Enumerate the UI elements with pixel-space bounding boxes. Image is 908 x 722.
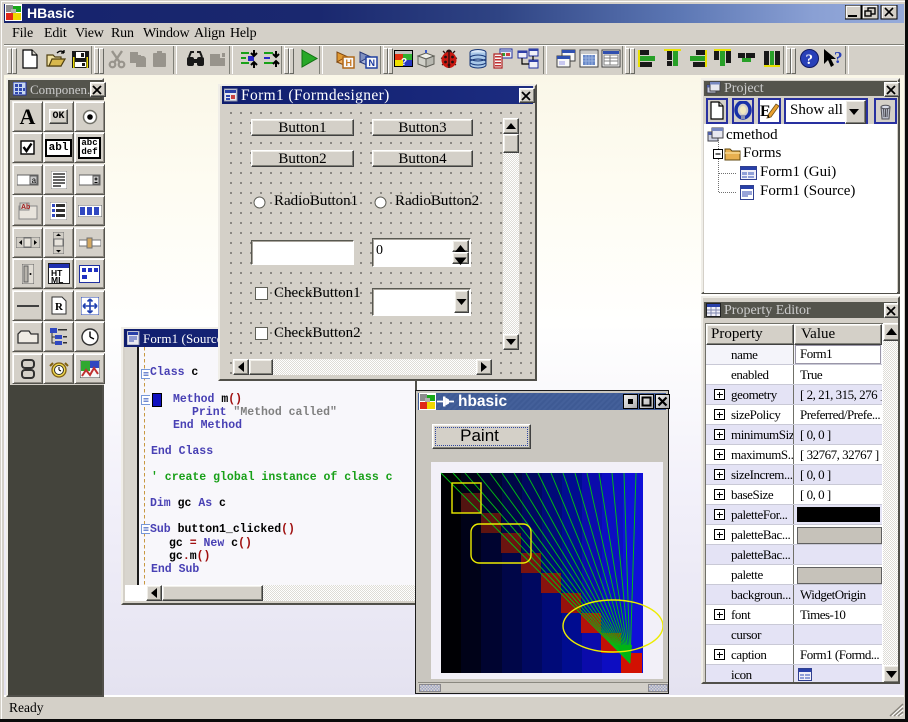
svg-text:ML: ML: [51, 275, 63, 284]
svg-text:Ab: Ab: [21, 204, 30, 211]
svg-text:?: ?: [401, 57, 407, 68]
svg-text:N: N: [369, 58, 376, 68]
svg-text:a: a: [31, 177, 36, 186]
svg-text:?: ?: [834, 48, 843, 67]
svg-text:?: ?: [806, 52, 814, 68]
svg-text:R: R: [55, 301, 64, 313]
svg-text:H: H: [346, 58, 353, 68]
